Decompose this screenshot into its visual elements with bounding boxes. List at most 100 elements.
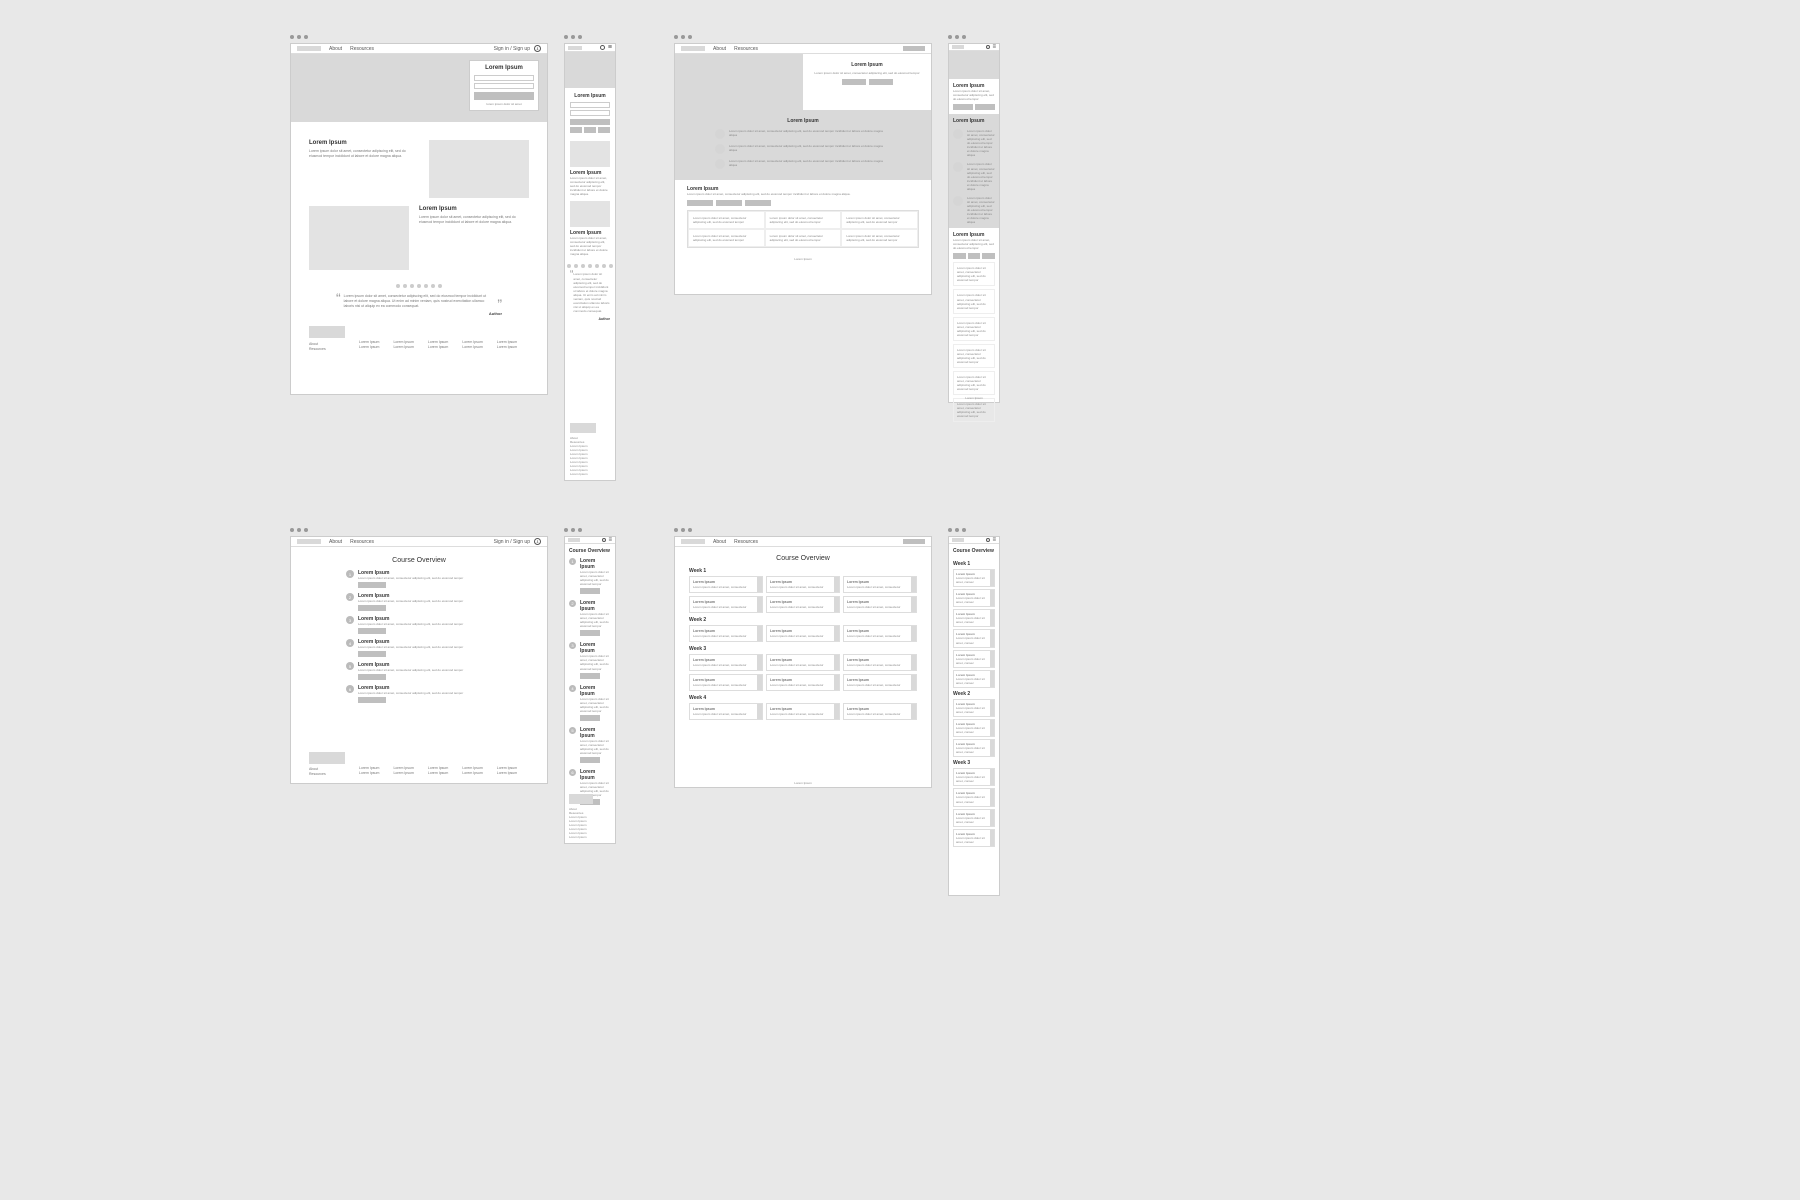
lesson-card[interactable]: Lorem IpsumLorem ipsum dolor sit amet, c… — [843, 576, 917, 593]
lesson-card[interactable]: Lorem IpsumLorem ipsum dolor sit amet, c… — [689, 576, 763, 593]
footer-link[interactable]: Lorem Ipsum — [359, 345, 379, 350]
drag-handle-icon[interactable] — [990, 789, 994, 805]
submit-button[interactable] — [474, 92, 534, 100]
logo-placeholder[interactable] — [952, 538, 964, 542]
nav-resources[interactable]: Resources — [734, 46, 758, 52]
drag-handle-icon[interactable] — [990, 610, 994, 626]
footer-link[interactable]: Lorem Ipsum — [462, 771, 482, 776]
lesson-card[interactable]: Lorem IpsumLorem ipsum dolor sit amet, c… — [843, 654, 917, 671]
hero-btn-2[interactable] — [975, 104, 995, 110]
submit-button[interactable] — [570, 119, 610, 125]
drag-handle-icon[interactable] — [757, 655, 762, 670]
tab-1[interactable] — [953, 253, 966, 259]
user-avatar-icon[interactable] — [602, 538, 606, 542]
sso-btn-1[interactable] — [570, 127, 582, 133]
drag-handle-icon[interactable] — [834, 597, 839, 612]
footer-link[interactable]: Lorem Ipsum — [393, 771, 413, 776]
input-password[interactable] — [474, 83, 534, 89]
drag-handle-icon[interactable] — [990, 769, 994, 785]
logo-placeholder[interactable] — [681, 46, 705, 51]
footer-link[interactable]: Lorem Ipsum — [497, 340, 517, 345]
lesson-card[interactable]: Lorem IpsumLorem ipsum dolor sit amet, c… — [843, 596, 917, 613]
user-avatar-icon[interactable] — [534, 45, 541, 52]
lesson-card[interactable]: Lorem IpsumLorem ipsum dolor sit amet, c… — [953, 719, 995, 737]
drag-handle-icon[interactable] — [757, 626, 762, 641]
user-avatar-icon[interactable] — [534, 538, 541, 545]
drag-handle-icon[interactable] — [990, 720, 994, 736]
lesson-card[interactable]: Lorem IpsumLorem ipsum dolor sit amet, c… — [953, 809, 995, 827]
footer-link[interactable]: Lorem Ipsum — [497, 345, 517, 350]
menu-icon[interactable]: ≡ — [992, 537, 996, 543]
lesson-card[interactable]: Lorem IpsumLorem ipsum dolor sit amet, c… — [953, 629, 995, 647]
footer-resources[interactable]: Resources — [309, 772, 345, 777]
drag-handle-icon[interactable] — [911, 577, 916, 592]
lesson-card[interactable]: Lorem IpsumLorem ipsum dolor sit amet, c… — [953, 650, 995, 668]
logo-placeholder[interactable] — [681, 539, 705, 544]
lesson-card[interactable]: Lorem IpsumLorem ipsum dolor sit amet, c… — [766, 625, 840, 642]
nav-signin[interactable]: Sign in / Sign up — [494, 539, 530, 545]
lesson-card[interactable]: Lorem IpsumLorem ipsum dolor sit amet, c… — [953, 739, 995, 757]
footer-link[interactable]: Lorem Ipsum — [359, 340, 379, 345]
footer-link[interactable]: Lorem Ipsum — [462, 340, 482, 345]
step-cta-button[interactable] — [358, 582, 386, 588]
drag-handle-icon[interactable] — [990, 740, 994, 756]
lesson-card[interactable]: Lorem IpsumLorem ipsum dolor sit amet, c… — [766, 703, 840, 720]
drag-handle-icon[interactable] — [757, 577, 762, 592]
step-cta-button[interactable] — [358, 605, 386, 611]
drag-handle-icon[interactable] — [834, 655, 839, 670]
drag-handle-icon[interactable] — [834, 626, 839, 641]
nav-about[interactable]: About — [329, 539, 342, 545]
nav-about[interactable]: About — [713, 539, 726, 545]
step-cta-button[interactable] — [358, 628, 386, 634]
lesson-card[interactable]: Lorem IpsumLorem ipsum dolor sit amet, c… — [953, 609, 995, 627]
lesson-card[interactable]: Lorem IpsumLorem ipsum dolor sit amet, c… — [689, 596, 763, 613]
drag-handle-icon[interactable] — [834, 577, 839, 592]
nav-resources[interactable]: Resources — [350, 46, 374, 52]
tab-1[interactable] — [687, 200, 713, 206]
drag-handle-icon[interactable] — [757, 704, 762, 719]
lesson-card[interactable]: Lorem IpsumLorem ipsum dolor sit amet, c… — [689, 674, 763, 691]
drag-handle-icon[interactable] — [990, 570, 994, 586]
hero-btn-2[interactable] — [869, 79, 893, 85]
lesson-card[interactable]: Lorem IpsumLorem ipsum dolor sit amet, c… — [953, 569, 995, 587]
step-cta-button[interactable] — [358, 697, 386, 703]
lesson-card[interactable]: Lorem IpsumLorem ipsum dolor sit amet, c… — [953, 699, 995, 717]
nav-about[interactable]: About — [329, 46, 342, 52]
lesson-card[interactable]: Lorem IpsumLorem ipsum dolor sit amet, c… — [689, 703, 763, 720]
user-avatar-icon[interactable] — [986, 45, 990, 49]
drag-handle-icon[interactable] — [834, 675, 839, 690]
sso-btn-2[interactable] — [584, 127, 596, 133]
footer-link[interactable]: Lorem Ipsum — [393, 345, 413, 350]
step-cta-button[interactable] — [580, 588, 600, 594]
drag-handle-icon[interactable] — [911, 626, 916, 641]
cta-button[interactable] — [903, 539, 925, 544]
lesson-card[interactable]: Lorem IpsumLorem ipsum dolor sit amet, c… — [953, 829, 995, 847]
footer-link[interactable]: Lorem Ipsum — [393, 340, 413, 345]
footer-link[interactable]: Lorem Ipsum — [569, 835, 611, 839]
drag-handle-icon[interactable] — [990, 590, 994, 606]
nav-resources[interactable]: Resources — [350, 539, 374, 545]
lesson-card[interactable]: Lorem IpsumLorem ipsum dolor sit amet, c… — [953, 788, 995, 806]
logo-placeholder[interactable] — [568, 46, 582, 50]
menu-icon[interactable]: ≡ — [608, 46, 612, 50]
input-username[interactable] — [474, 75, 534, 81]
footer-link[interactable]: Lorem Ipsum — [428, 771, 448, 776]
drag-handle-icon[interactable] — [990, 810, 994, 826]
lesson-card[interactable]: Lorem IpsumLorem ipsum dolor sit amet, c… — [843, 674, 917, 691]
hero-btn-1[interactable] — [953, 104, 973, 110]
drag-handle-icon[interactable] — [757, 597, 762, 612]
lesson-card[interactable]: Lorem IpsumLorem ipsum dolor sit amet, c… — [953, 589, 995, 607]
step-cta-button[interactable] — [580, 673, 600, 679]
menu-icon[interactable]: ≡ — [992, 44, 996, 50]
tab-3[interactable] — [745, 200, 771, 206]
step-cta-button[interactable] — [580, 715, 600, 721]
drag-handle-icon[interactable] — [990, 671, 994, 687]
logo-placeholder[interactable] — [568, 538, 580, 542]
lesson-card[interactable]: Lorem IpsumLorem ipsum dolor sit amet, c… — [689, 625, 763, 642]
hero-btn-1[interactable] — [842, 79, 866, 85]
lesson-card[interactable]: Lorem IpsumLorem ipsum dolor sit amet, c… — [689, 654, 763, 671]
step-cta-button[interactable] — [580, 757, 600, 763]
lesson-card[interactable]: Lorem IpsumLorem ipsum dolor sit amet, c… — [766, 576, 840, 593]
logo-placeholder[interactable] — [297, 46, 321, 51]
user-avatar-icon[interactable] — [600, 45, 605, 50]
